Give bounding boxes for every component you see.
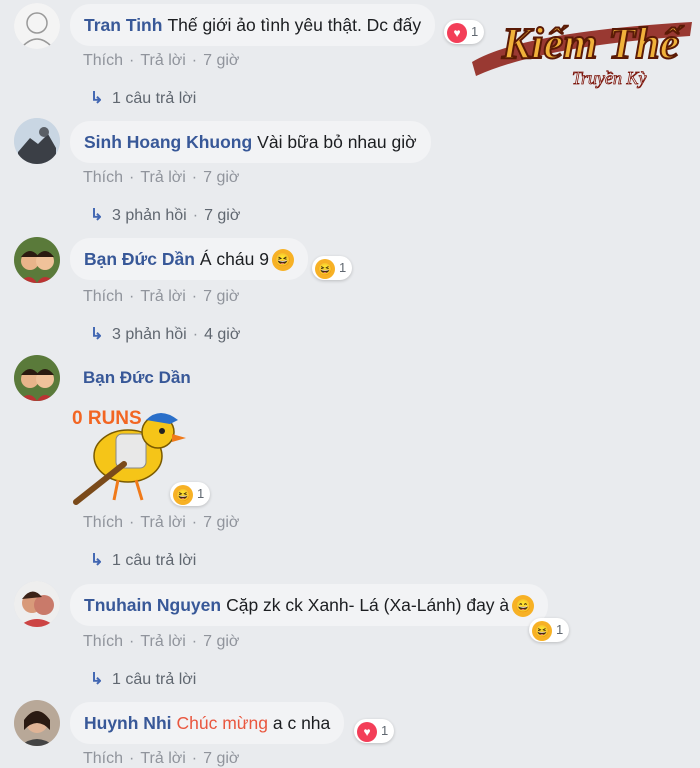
comment-bubble: Bạn Đức Dần Á cháu 9 😆 [70, 238, 308, 280]
avatar[interactable] [14, 118, 60, 164]
replies-time[interactable]: 7 giờ [204, 207, 240, 224]
heart-icon: ♥ [447, 22, 467, 43]
comment-bubble: Huynh Nhi Chúc mừng a c nha [70, 702, 345, 744]
like-link[interactable]: Thích [83, 633, 123, 650]
reply-arrow-icon: ↳ [90, 671, 104, 688]
reply-arrow-icon: ↳ [90, 207, 104, 224]
haha-icon: 😆 [315, 258, 335, 279]
replies-count[interactable]: 1 câu trả lời [112, 90, 196, 107]
replies-link[interactable]: ↳ 3 phản hồi · 7 giờ [90, 205, 240, 225]
game-logo: Kiếm Thế Truyền Kỳ [472, 18, 692, 88]
reply-arrow-icon: ↳ [90, 326, 104, 343]
replies-link[interactable]: ↳ 1 câu trả lời [90, 669, 196, 689]
like-link[interactable]: Thích [83, 514, 123, 531]
replies-count[interactable]: 3 phản hồi [112, 207, 187, 224]
comment-text: Cặp zk ck Xanh- Lá (Xa-Lánh) đay à [226, 595, 510, 615]
replies-time[interactable]: 4 giờ [204, 326, 240, 343]
reply-link[interactable]: Trả lời [140, 52, 185, 69]
like-link[interactable]: Thích [83, 169, 123, 186]
like-link[interactable]: Thích [83, 288, 123, 305]
reply-link[interactable]: Trả lời [140, 514, 185, 531]
logo-subtitle: Truyền Kỳ [572, 68, 647, 88]
comment-actions: Thích · Trả lời · 7 giờ [83, 52, 240, 69]
comment-bubble: Tran Tinh Thế giới ảo tình yêu thật. Dc đ… [70, 4, 436, 46]
avatar[interactable] [14, 237, 60, 283]
comment-author[interactable]: Tnuhain Nguyen [84, 595, 221, 615]
timestamp[interactable]: 7 giờ [203, 52, 239, 69]
sticker-text: 0 RUNS [72, 408, 142, 429]
timestamp[interactable]: 7 giờ [203, 514, 239, 531]
like-link[interactable]: Thích [83, 52, 123, 69]
comment-text: a c nha [272, 713, 331, 733]
comment-actions: Thích · Trả lời · 7 giờ [83, 750, 240, 767]
reaction-count: 1 [381, 723, 389, 738]
comment-author[interactable]: Huynh Nhi [84, 713, 172, 733]
reaction-badge[interactable]: ♥ 1 [444, 20, 485, 44]
reply-link[interactable]: Trả lời [140, 633, 185, 650]
comment-text: Vài bữa bỏ nhau giờ [257, 132, 417, 152]
comment-author[interactable]: Bạn Đức Dần [84, 249, 195, 269]
comment-text: Thế giới ảo tình yêu thật. Dc đấy [167, 15, 422, 35]
haha-icon: 😆 [532, 620, 552, 641]
timestamp[interactable]: 7 giờ [203, 288, 239, 305]
replies-count[interactable]: 3 phản hồi [112, 326, 187, 343]
avatar[interactable] [14, 581, 60, 627]
reply-link[interactable]: Trả lời [140, 169, 185, 186]
comment-actions: Thích · Trả lời · 7 giờ [83, 288, 240, 305]
haha-icon: 😆 [173, 484, 193, 505]
comment-actions: Thích · Trả lời · 7 giờ [83, 514, 240, 531]
reply-arrow-icon: ↳ [90, 90, 104, 107]
reply-link[interactable]: Trả lời [140, 750, 185, 767]
grinning-emoji-icon: 😄 [512, 595, 535, 618]
comment-text: Á cháu 9 [199, 249, 269, 269]
reaction-badge[interactable]: 😆 1 [312, 256, 353, 280]
avatar[interactable] [14, 355, 60, 401]
replies-link[interactable]: ↳ 3 phản hồi · 4 giờ [90, 324, 240, 344]
timestamp[interactable]: 7 giờ [203, 750, 239, 767]
comment-actions: Thích · Trả lời · 7 giờ [83, 169, 240, 186]
reaction-badge[interactable]: 😆 1 [170, 482, 211, 506]
reply-link[interactable]: Trả lời [140, 288, 185, 305]
replies-count[interactable]: 1 câu trả lời [112, 671, 196, 688]
comment-author[interactable]: Bạn Đức Dần [83, 368, 191, 388]
comment-bubble: Sinh Hoang Khuong Vài bữa bỏ nhau giờ [70, 121, 431, 163]
reaction-count: 1 [471, 24, 479, 39]
reaction-badge[interactable]: ♥ 1 [354, 719, 395, 743]
avatar[interactable] [14, 3, 60, 49]
reaction-count: 1 [197, 486, 205, 501]
logo-title: Kiếm Thế [501, 19, 685, 68]
comment-actions: Thích · Trả lời · 7 giờ [83, 633, 240, 650]
reaction-count: 1 [339, 260, 347, 275]
replies-link[interactable]: ↳ 1 câu trả lời [90, 550, 196, 570]
heart-icon: ♥ [357, 721, 377, 742]
comment-bubble: Tnuhain Nguyen Cặp zk ck Xanh- Lá (Xa-Lán… [70, 584, 549, 626]
replies-count[interactable]: 1 câu trả lời [112, 552, 196, 569]
like-link[interactable]: Thích [83, 750, 123, 767]
reply-arrow-icon: ↳ [90, 552, 104, 569]
laughing-emoji-icon: 😆 [271, 249, 294, 272]
avatar[interactable] [14, 700, 60, 746]
timestamp[interactable]: 7 giờ [203, 633, 239, 650]
comment-author[interactable]: Tran Tinh [84, 15, 162, 35]
reaction-badge[interactable]: 😆 1 [529, 618, 570, 642]
timestamp[interactable]: 7 giờ [203, 169, 239, 186]
comment-author[interactable]: Sinh Hoang Khuong [84, 132, 252, 152]
comment-highlight-text: Chúc mừng [176, 713, 268, 733]
replies-link[interactable]: ↳ 1 câu trả lời [90, 88, 196, 108]
reaction-count: 1 [556, 622, 564, 637]
